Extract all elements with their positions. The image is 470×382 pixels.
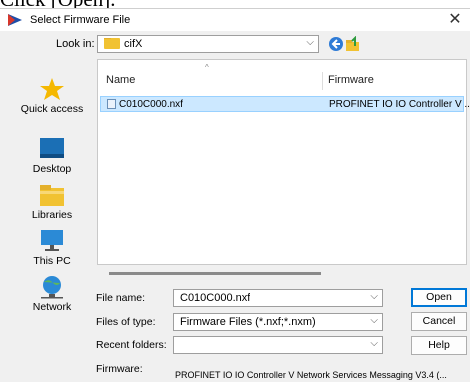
sidebar-item-label: This PC xyxy=(33,255,71,267)
recent-folders-label: Recent folders: xyxy=(96,339,167,351)
look-in-label: Look in: xyxy=(56,38,95,50)
firmware-label: Firmware: xyxy=(96,363,143,375)
title-bar: Select Firmware File ✕ xyxy=(0,9,470,31)
libraries-icon xyxy=(40,185,64,206)
file-type-dropdown[interactable]: Firmware Files (*.nxf;*.nxm) ⌵ xyxy=(173,313,383,331)
chevron-down-icon: ⌵ xyxy=(370,338,378,349)
desktop-icon xyxy=(40,138,64,158)
sidebar-item-label: Network xyxy=(32,301,72,313)
file-type-value: Firmware Files (*.nxf;*.nxm) xyxy=(180,316,316,328)
help-button[interactable]: Help xyxy=(411,336,467,355)
look-in-value: cifX xyxy=(124,38,143,50)
chevron-down-icon: ⌵ xyxy=(306,37,314,48)
firmware-cell: PROFINET IO IO Controller V ... xyxy=(329,99,470,110)
star-icon xyxy=(40,78,64,100)
places-bar: Quick access Desktop Libraries This PC N… xyxy=(12,57,92,367)
open-button[interactable]: Open xyxy=(411,288,467,307)
file-name-cell: C010C000.nxf xyxy=(119,99,183,110)
file-row[interactable]: C010C000.nxf PROFINET IO IO Controller V… xyxy=(100,96,470,112)
sidebar-item-this-pc[interactable]: This PC xyxy=(12,229,92,267)
file-icon xyxy=(107,99,116,109)
computer-icon xyxy=(41,230,63,251)
app-icon xyxy=(8,14,22,26)
chevron-down-icon: ⌵ xyxy=(370,315,378,326)
close-button[interactable]: ✕ xyxy=(440,9,470,31)
sidebar-item-label: Libraries xyxy=(31,209,73,221)
horizontal-scrollbar[interactable] xyxy=(97,266,467,280)
dialog-title: Select Firmware File xyxy=(30,14,131,26)
file-name-label: File name: xyxy=(96,292,146,304)
sidebar-item-quick-access[interactable]: Quick access xyxy=(12,77,92,115)
recent-folders-dropdown[interactable]: ⌵ xyxy=(173,336,383,354)
select-firmware-dialog: Select Firmware File ✕ Look in: cifX ⌵ Q… xyxy=(0,8,470,382)
back-icon[interactable] xyxy=(328,36,344,52)
file-name-field[interactable]: C010C000.nxf ⌵ xyxy=(173,289,383,307)
column-header-firmware[interactable]: Firmware xyxy=(328,74,374,86)
sidebar-item-label: Desktop xyxy=(32,163,72,175)
chevron-down-icon: ⌵ xyxy=(370,291,378,302)
file-name-value: C010C000.nxf xyxy=(180,292,251,304)
up-folder-icon[interactable] xyxy=(345,36,361,52)
sidebar-item-label: Quick access xyxy=(20,103,84,115)
sidebar-item-desktop[interactable]: Desktop xyxy=(12,137,92,175)
sidebar-item-libraries[interactable]: Libraries xyxy=(12,183,92,221)
cancel-button[interactable]: Cancel xyxy=(411,312,467,331)
column-header-name[interactable]: Name xyxy=(106,74,135,86)
sort-arrow-icon: ^ xyxy=(205,63,209,72)
look-in-dropdown[interactable]: cifX ⌵ xyxy=(97,35,319,53)
scrollbar-thumb[interactable] xyxy=(109,272,321,275)
network-icon xyxy=(41,276,63,299)
firmware-info-value: PROFINET IO IO Controller V Network Serv… xyxy=(175,370,447,380)
folder-icon xyxy=(104,38,120,49)
file-type-label: Files of type: xyxy=(96,316,156,328)
column-divider[interactable] xyxy=(322,72,323,90)
sidebar-item-network[interactable]: Network xyxy=(12,275,92,313)
file-list[interactable]: ^ Name Firmware C010C000.nxf PROFINET IO… xyxy=(97,59,470,265)
